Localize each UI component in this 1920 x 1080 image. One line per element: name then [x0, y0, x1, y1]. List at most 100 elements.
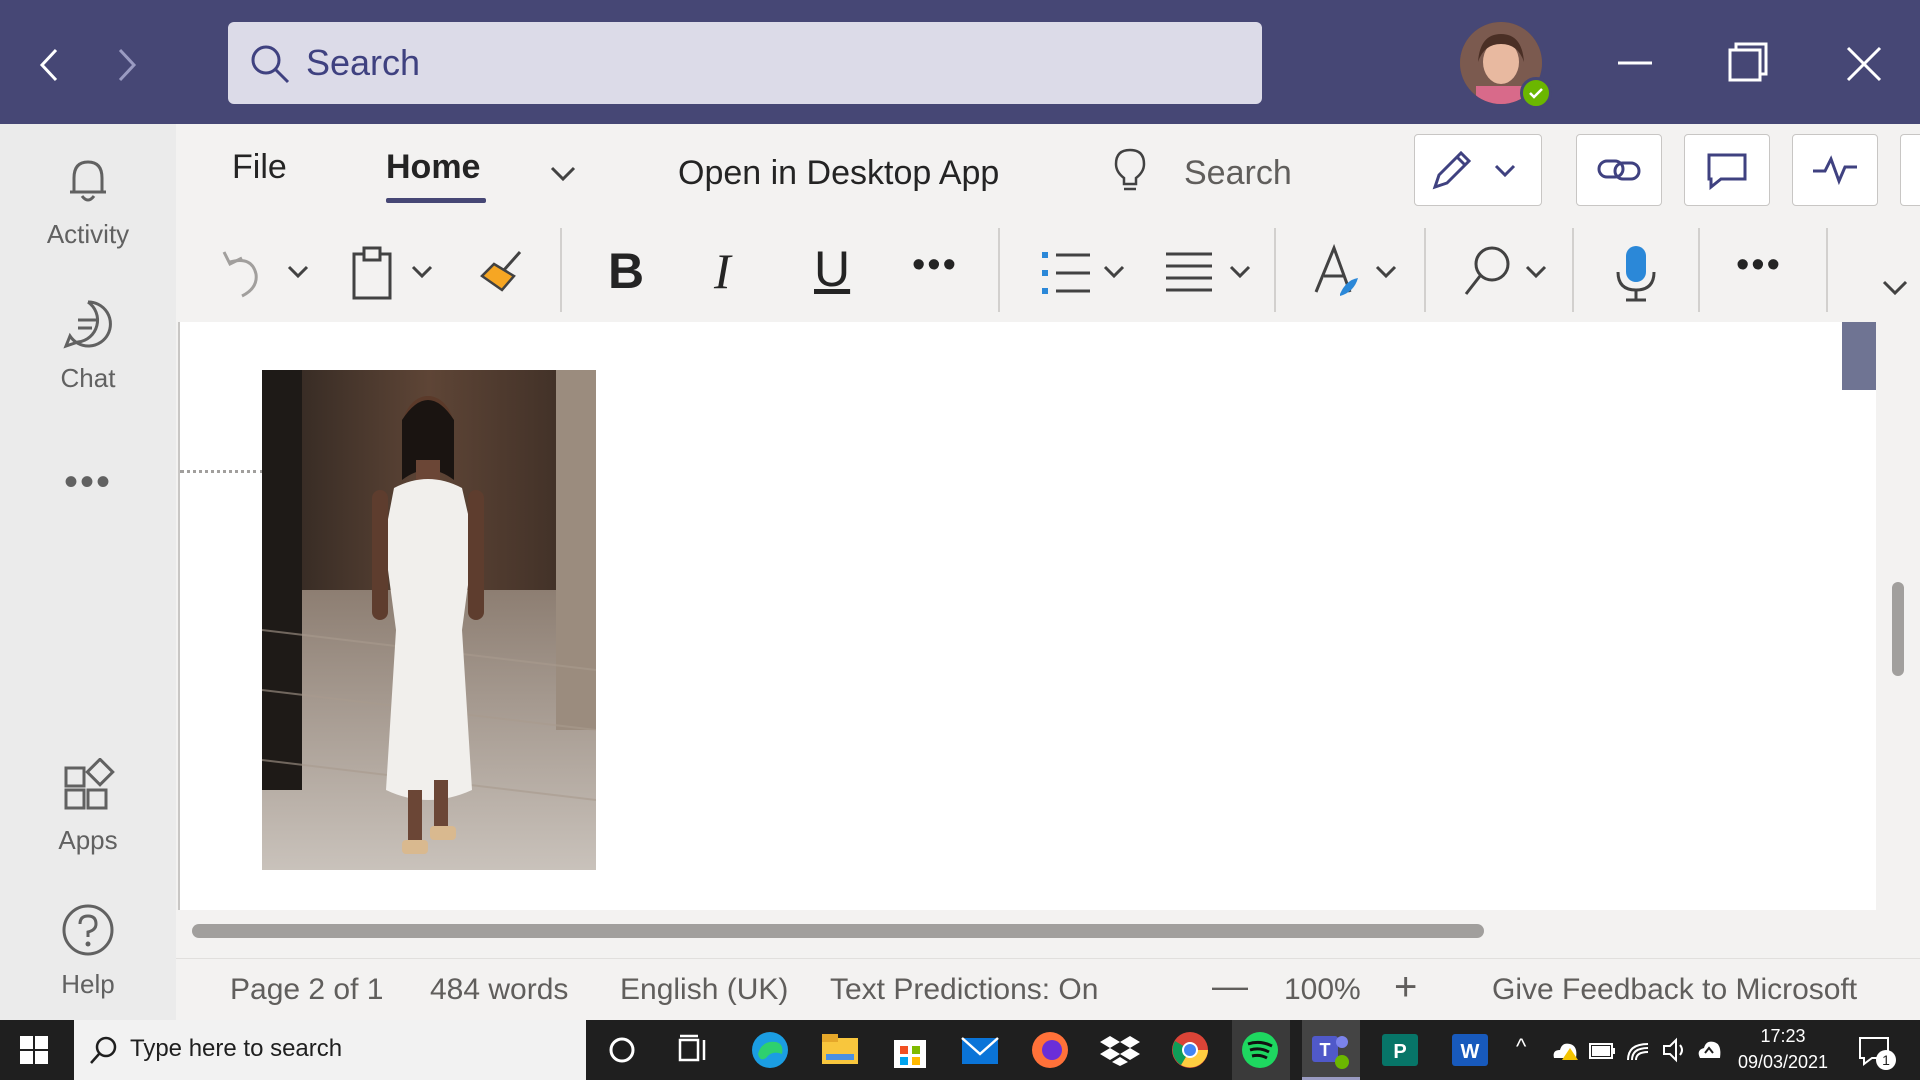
search-icon	[90, 1036, 117, 1064]
status-available-icon	[1520, 77, 1552, 109]
task-view-icon[interactable]	[672, 1028, 716, 1072]
share-link-button[interactable]	[1576, 134, 1662, 206]
file-explorer-icon[interactable]	[818, 1028, 862, 1072]
status-bar: Page 2 of 1 484 words English (UK) Text …	[176, 958, 1920, 1021]
publisher-icon[interactable]: P	[1378, 1028, 1422, 1072]
chevron-down-icon[interactable]	[1100, 258, 1128, 286]
chevron-down-icon	[1494, 164, 1516, 178]
rail-item-apps[interactable]: Apps	[0, 757, 176, 856]
vertical-scrollbar-thumb[interactable]	[1892, 582, 1904, 676]
find-icon[interactable]	[1460, 242, 1516, 304]
svg-text:T: T	[1320, 1040, 1331, 1060]
firefox-icon[interactable]	[1028, 1028, 1072, 1072]
overflow-button[interactable]	[1900, 134, 1920, 206]
chrome-icon[interactable]	[1168, 1028, 1212, 1072]
chevron-down-icon[interactable]	[1372, 258, 1400, 286]
windows-taskbar: Type here to search T P W ^ 17:23 09/03/…	[0, 1020, 1920, 1080]
model-image	[262, 370, 596, 870]
zoom-in-button[interactable]: +	[1394, 965, 1417, 1010]
dropbox-icon[interactable]	[1098, 1028, 1142, 1072]
rail-label-help: Help	[61, 969, 115, 999]
taskbar-date[interactable]: 09/03/2021	[1728, 1052, 1838, 1073]
tab-home[interactable]: Home	[386, 148, 480, 187]
tab-file[interactable]: File	[232, 148, 287, 187]
chevron-down-icon[interactable]	[1522, 258, 1550, 286]
zoom-out-button[interactable]: —	[1212, 965, 1248, 1007]
rail-item-activity[interactable]: Activity	[0, 152, 176, 250]
battery-icon[interactable]	[1588, 1038, 1616, 1062]
editing-mode-button[interactable]	[1414, 134, 1542, 206]
close-icon[interactable]	[1838, 38, 1890, 90]
lightbulb-icon	[1114, 148, 1146, 191]
rail-label-chat: Chat	[60, 363, 116, 393]
open-desktop-app-button[interactable]: Open in Desktop App	[678, 154, 999, 193]
divider	[1826, 228, 1828, 312]
svg-text:P: P	[1393, 1041, 1406, 1063]
wifi-icon[interactable]	[1624, 1036, 1652, 1064]
align-icon[interactable]	[1162, 246, 1216, 300]
more-font-options-button[interactable]: •••	[912, 244, 958, 287]
format-painter-icon[interactable]	[474, 246, 528, 300]
word-count[interactable]: 484 words	[430, 973, 568, 1007]
minimize-icon[interactable]	[1610, 40, 1660, 90]
back-arrow-icon[interactable]	[26, 40, 76, 90]
divider	[1424, 228, 1426, 312]
search-input[interactable]: Search	[228, 22, 1262, 104]
edge-browser-icon[interactable]	[748, 1028, 792, 1072]
windows-start-icon[interactable]	[18, 1034, 50, 1066]
chevron-down-icon[interactable]	[284, 258, 312, 286]
text-predictions-toggle[interactable]: Text Predictions: On	[830, 973, 1098, 1007]
rail-item-help[interactable]: Help	[0, 902, 176, 1000]
rail-label-apps: Apps	[58, 825, 118, 855]
bullet-list-icon[interactable]	[1038, 246, 1094, 300]
link-icon	[1597, 159, 1641, 181]
zoom-level[interactable]: 100%	[1284, 973, 1361, 1007]
search-icon	[251, 45, 290, 84]
cloud-upload-icon[interactable]	[1694, 1036, 1724, 1064]
give-feedback-link[interactable]: Give Feedback to Microsoft	[1492, 973, 1857, 1007]
teams-icon[interactable]: T	[1308, 1028, 1352, 1072]
ribbon-collapse-chevron-icon[interactable]	[1880, 274, 1910, 302]
page-count[interactable]: Page 2 of 1	[230, 973, 383, 1007]
onedrive-warning-icon[interactable]	[1550, 1038, 1580, 1062]
chevron-down-icon[interactable]	[408, 258, 436, 286]
paste-clipboard-icon[interactable]	[348, 244, 396, 302]
chevron-down-icon[interactable]	[546, 156, 580, 190]
styles-icon[interactable]	[1310, 242, 1364, 304]
divider	[998, 228, 1000, 312]
bold-button[interactable]: B	[608, 242, 644, 300]
more-apps-icon[interactable]: •••	[0, 460, 176, 505]
more-options-button[interactable]: •••	[1736, 244, 1782, 287]
spotify-icon[interactable]	[1238, 1028, 1282, 1072]
taskbar-time[interactable]: 17:23	[1728, 1026, 1838, 1047]
apps-icon	[64, 757, 115, 810]
tab-home-underline	[386, 198, 486, 203]
taskbar-search-input[interactable]: Type here to search	[74, 1020, 586, 1080]
ribbon-search-button[interactable]: Search	[1184, 154, 1292, 193]
search-placeholder: Search	[306, 42, 421, 83]
language-indicator[interactable]: English (UK)	[620, 973, 788, 1007]
underline-button[interactable]: U	[814, 240, 850, 298]
volume-icon[interactable]	[1660, 1036, 1688, 1064]
divider	[1274, 228, 1276, 312]
notification-count-badge: 1	[1876, 1050, 1896, 1070]
rail-item-chat[interactable]: Chat	[0, 296, 176, 394]
horizontal-scrollbar-thumb[interactable]	[192, 924, 1484, 938]
restore-icon[interactable]	[1722, 38, 1774, 90]
runway-photo[interactable]	[262, 370, 596, 870]
thumbnail-image	[1842, 322, 1876, 390]
show-hidden-icons-chevron-icon[interactable]: ^	[1516, 1034, 1526, 1060]
activity-pulse-icon	[1813, 155, 1857, 186]
mail-icon[interactable]	[958, 1028, 1002, 1072]
microsoft-store-icon[interactable]	[888, 1028, 932, 1072]
divider	[560, 228, 562, 312]
comments-button[interactable]	[1684, 134, 1770, 206]
dictate-microphone-icon[interactable]	[1610, 242, 1662, 306]
undo-icon[interactable]	[216, 244, 268, 300]
cortana-icon[interactable]	[600, 1028, 644, 1072]
italic-button[interactable]: I	[714, 242, 731, 300]
word-icon[interactable]: W	[1448, 1028, 1492, 1072]
chevron-down-icon[interactable]	[1226, 258, 1254, 286]
forward-arrow-icon[interactable]	[100, 40, 150, 90]
activity-button[interactable]	[1792, 134, 1878, 206]
